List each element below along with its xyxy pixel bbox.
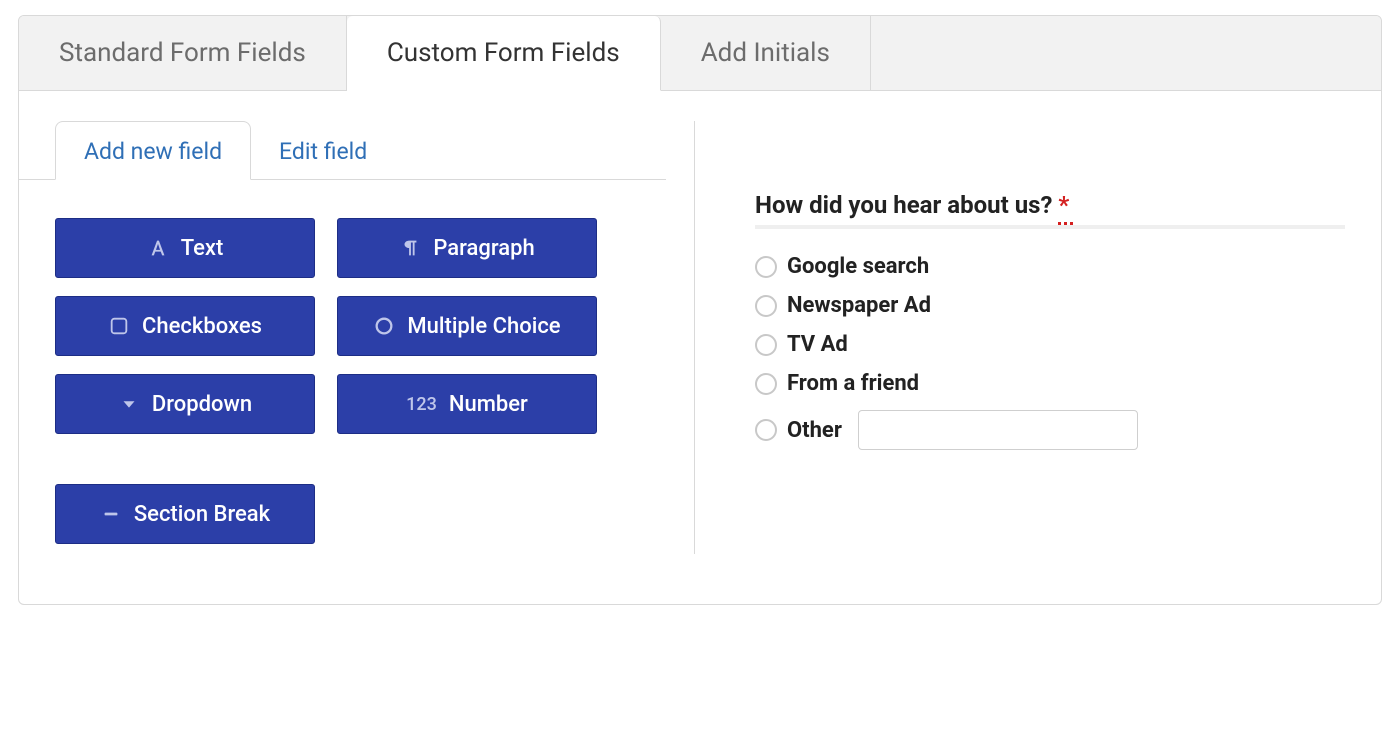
digits-123-icon: 123	[406, 394, 437, 415]
option-label: Google search	[787, 254, 929, 279]
add-text-field-button[interactable]: Text	[55, 218, 315, 278]
other-text-input[interactable]	[858, 410, 1138, 450]
radio-option-newspaper-ad[interactable]	[755, 295, 777, 317]
add-number-field-button[interactable]: 123 Number	[337, 374, 597, 434]
minus-icon	[100, 503, 122, 525]
circle-icon	[373, 315, 395, 337]
inner-tabs: Add new field Edit field	[19, 121, 666, 180]
tab-add-initials[interactable]: Add Initials	[661, 16, 871, 90]
question-text: How did you hear about us?	[755, 191, 1052, 219]
field-palette: Add new field Edit field Text Paragraph	[55, 121, 695, 554]
option-row: Google search	[755, 247, 1345, 286]
button-label: Section Break	[134, 502, 270, 527]
top-tabs: Standard Form Fields Custom Form Fields …	[19, 16, 1381, 91]
option-label: TV Ad	[787, 332, 848, 357]
radio-option-tv-ad[interactable]	[755, 334, 777, 356]
add-checkboxes-field-button[interactable]: Checkboxes	[55, 296, 315, 356]
question-label: How did you hear about us? *	[755, 121, 1345, 225]
button-label: Checkboxes	[142, 314, 262, 339]
letter-a-icon	[147, 237, 169, 259]
radio-option-other[interactable]	[755, 419, 777, 441]
option-label: Other	[787, 418, 842, 443]
tab-add-new-field[interactable]: Add new field	[55, 121, 251, 180]
button-label: Paragraph	[433, 236, 534, 261]
option-row: TV Ad	[755, 325, 1345, 364]
tab-standard-form-fields[interactable]: Standard Form Fields	[19, 16, 347, 90]
tab-edit-field[interactable]: Edit field	[251, 122, 395, 179]
option-label: Newspaper Ad	[787, 293, 931, 318]
add-section-break-button[interactable]: Section Break	[55, 484, 315, 544]
add-dropdown-field-button[interactable]: Dropdown	[55, 374, 315, 434]
pilcrow-icon	[399, 237, 421, 259]
tab-custom-form-fields[interactable]: Custom Form Fields	[347, 16, 661, 91]
required-asterisk-icon: *	[1058, 191, 1069, 219]
button-label: Number	[449, 392, 528, 417]
add-multiple-choice-field-button[interactable]: Multiple Choice	[337, 296, 597, 356]
question-underline	[755, 225, 1345, 229]
add-paragraph-field-button[interactable]: Paragraph	[337, 218, 597, 278]
radio-option-google-search[interactable]	[755, 256, 777, 278]
button-label: Dropdown	[152, 392, 252, 417]
checkbox-icon	[108, 315, 130, 337]
caret-down-icon	[118, 393, 140, 415]
option-row: Newspaper Ad	[755, 286, 1345, 325]
button-label: Text	[181, 236, 224, 261]
radio-option-from-a-friend[interactable]	[755, 373, 777, 395]
option-row: From a friend	[755, 364, 1345, 403]
button-label: Multiple Choice	[407, 314, 560, 339]
option-row: Other	[755, 403, 1345, 457]
form-builder-panel: Standard Form Fields Custom Form Fields …	[18, 15, 1382, 605]
option-label: From a friend	[787, 371, 919, 396]
field-preview: How did you hear about us? * Google sear…	[695, 121, 1345, 554]
